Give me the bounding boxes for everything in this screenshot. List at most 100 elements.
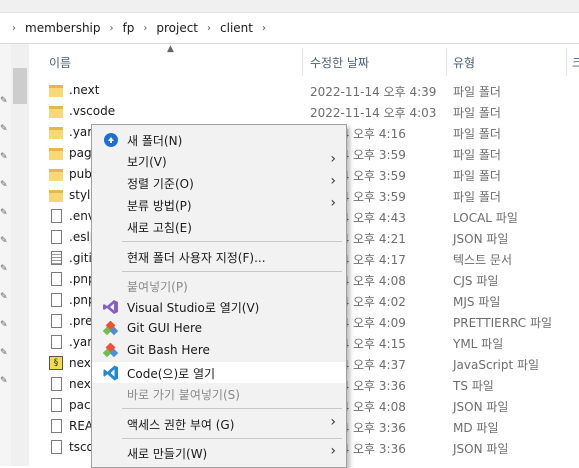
- breadcrumb-item-fp[interactable]: fp: [118, 21, 140, 35]
- menu-item-label: 분류 방법(P): [127, 199, 192, 213]
- file-icon: [51, 440, 62, 454]
- file-type: PRETTIERRC 파일: [453, 316, 553, 330]
- file-icon: [51, 335, 62, 349]
- breadcrumb: › membership › fp › project › client ›: [0, 13, 579, 44]
- column-headers: ▲ 이름 수정한 날짜 유형 크: [29, 44, 579, 79]
- column-divider[interactable]: [446, 48, 447, 76]
- navigation-scrollbar[interactable]: [11, 44, 29, 466]
- menu-item-paste[interactable]: 붙여넣기(P): [92, 275, 346, 296]
- menu-item-git-gui-here[interactable]: Git GUI Here: [92, 318, 346, 339]
- scrollbar-thumb[interactable]: [13, 68, 27, 104]
- breadcrumb-chevron-icon[interactable]: ›: [106, 23, 118, 34]
- file-type: JSON 파일: [453, 232, 509, 246]
- column-header-type[interactable]: 유형: [453, 54, 475, 71]
- column-divider[interactable]: [566, 48, 567, 76]
- file-type: CJS 파일: [453, 274, 499, 288]
- column-header-modified[interactable]: 수정한 날짜: [310, 54, 369, 71]
- text-file-icon: [51, 251, 62, 265]
- file-type: MJS 파일: [453, 295, 501, 309]
- column-header-name[interactable]: 이름: [49, 54, 71, 71]
- menu-separator: [122, 241, 342, 242]
- file-icon: [51, 314, 62, 328]
- git-gui-icon: [103, 321, 119, 336]
- pin-icon: ✎: [0, 236, 8, 246]
- menu-item-new[interactable]: 새로 만들기(W) ›: [92, 442, 346, 463]
- breadcrumb-chevron-icon[interactable]: ›: [258, 23, 270, 34]
- menu-item-label: 보기(V): [127, 155, 167, 169]
- pin-icon: ✎: [0, 292, 8, 302]
- menu-item-new-folder[interactable]: 새 폴더(N): [92, 129, 346, 150]
- window-top-strip: [0, 0, 579, 13]
- file-modified-date: 2022-11-14 오후 4:03: [310, 106, 437, 120]
- folder-icon: [49, 169, 63, 181]
- git-bash-icon: [103, 343, 119, 358]
- menu-item-label: Code(으)로 열기: [127, 367, 216, 381]
- folder-icon: [49, 85, 63, 97]
- menu-item-customize-folder[interactable]: 현재 폴더 사용자 지정(F)...: [92, 246, 346, 267]
- file-type: YML 파일: [453, 337, 504, 351]
- menu-item-label: 정렬 기준(O): [127, 177, 194, 191]
- breadcrumb-item-membership[interactable]: membership: [20, 21, 106, 35]
- pin-icon: ✎: [0, 320, 8, 330]
- file-icon: [51, 377, 62, 391]
- breadcrumb-chevron-icon[interactable]: ›: [139, 23, 151, 34]
- js-file-icon: §: [49, 356, 63, 370]
- file-row[interactable]: .vscode 2022-11-14 오후 4:03 파일 폴더: [29, 101, 579, 122]
- menu-item-open-with-code[interactable]: Code(으)로 열기: [92, 362, 346, 383]
- file-name: .next: [69, 83, 100, 97]
- pin-icon: ✎: [0, 96, 8, 106]
- menu-item-label: Git GUI Here: [127, 321, 203, 335]
- pin-icon: ✎: [0, 180, 8, 190]
- file-type: 파일 폴더: [453, 106, 501, 120]
- file-type: JSON 파일: [453, 400, 509, 414]
- menu-item-label: 새로 만들기(W): [127, 447, 208, 461]
- menu-item-label: 붙여넣기(P): [127, 280, 188, 294]
- file-name: .vscode: [69, 104, 116, 118]
- folder-icon: [49, 190, 63, 202]
- menu-item-give-access[interactable]: 액세스 권한 부여 (G) ›: [92, 413, 346, 434]
- menu-item-open-visual-studio[interactable]: Visual Studio로 열기(V): [92, 296, 346, 317]
- menu-item-view[interactable]: 보기(V) ›: [92, 150, 346, 171]
- menu-item-group-by[interactable]: 분류 방법(P) ›: [92, 194, 346, 215]
- breadcrumb-item-project[interactable]: project: [151, 21, 203, 35]
- column-divider[interactable]: [302, 48, 303, 76]
- file-icon: [51, 293, 62, 307]
- file-icon: [51, 230, 62, 244]
- breadcrumb-chevron-icon[interactable]: ›: [0, 23, 20, 34]
- new-folder-icon: [104, 133, 118, 147]
- context-menu: 새 폴더(N) 보기(V) › 정렬 기준(O) › 분류 방법(P) › 새로…: [91, 124, 347, 468]
- pin-icon: ✎: [0, 376, 8, 386]
- pin-icon: ✎: [0, 264, 8, 274]
- file-type: JavaScript 파일: [453, 358, 540, 372]
- file-type: 파일 폴더: [453, 127, 501, 141]
- menu-item-sort-by[interactable]: 정렬 기준(O) ›: [92, 172, 346, 193]
- menu-item-paste-shortcut[interactable]: 바로 가기 붙여넣기(S): [92, 383, 346, 404]
- menu-item-label: Git Bash Here: [127, 343, 210, 357]
- column-header-size[interactable]: 크: [572, 54, 579, 71]
- menu-separator: [122, 438, 342, 439]
- menu-item-label: Visual Studio로 열기(V): [127, 301, 260, 315]
- file-type: 파일 폴더: [453, 190, 501, 204]
- menu-item-git-bash-here[interactable]: Git Bash Here: [92, 340, 346, 361]
- pin-icon: ✎: [0, 124, 8, 134]
- vscode-icon: [103, 365, 118, 381]
- file-icon: [51, 398, 62, 412]
- submenu-arrow-icon: ›: [330, 173, 336, 189]
- folder-icon: [49, 127, 63, 139]
- file-type: MD 파일: [453, 421, 499, 435]
- menu-item-label: 바로 가기 붙여넣기(S): [127, 388, 240, 402]
- menu-item-label: 액세스 권한 부여 (G): [127, 418, 235, 432]
- folder-icon: [49, 106, 63, 118]
- file-type: LOCAL 파일: [453, 211, 518, 225]
- pin-icon: ✎: [0, 152, 8, 162]
- breadcrumb-chevron-icon[interactable]: ›: [203, 23, 215, 34]
- submenu-arrow-icon: ›: [330, 443, 336, 459]
- breadcrumb-item-client[interactable]: client: [215, 21, 258, 35]
- file-type: 파일 폴더: [453, 85, 501, 99]
- file-type: 파일 폴더: [453, 169, 501, 183]
- menu-item-refresh[interactable]: 새로 고침(E): [92, 216, 346, 237]
- menu-item-label: 새로 고침(E): [127, 221, 192, 235]
- file-icon: [51, 272, 62, 286]
- menu-separator: [122, 408, 342, 409]
- file-row[interactable]: .next 2022-11-14 오후 4:39 파일 폴더: [29, 80, 579, 101]
